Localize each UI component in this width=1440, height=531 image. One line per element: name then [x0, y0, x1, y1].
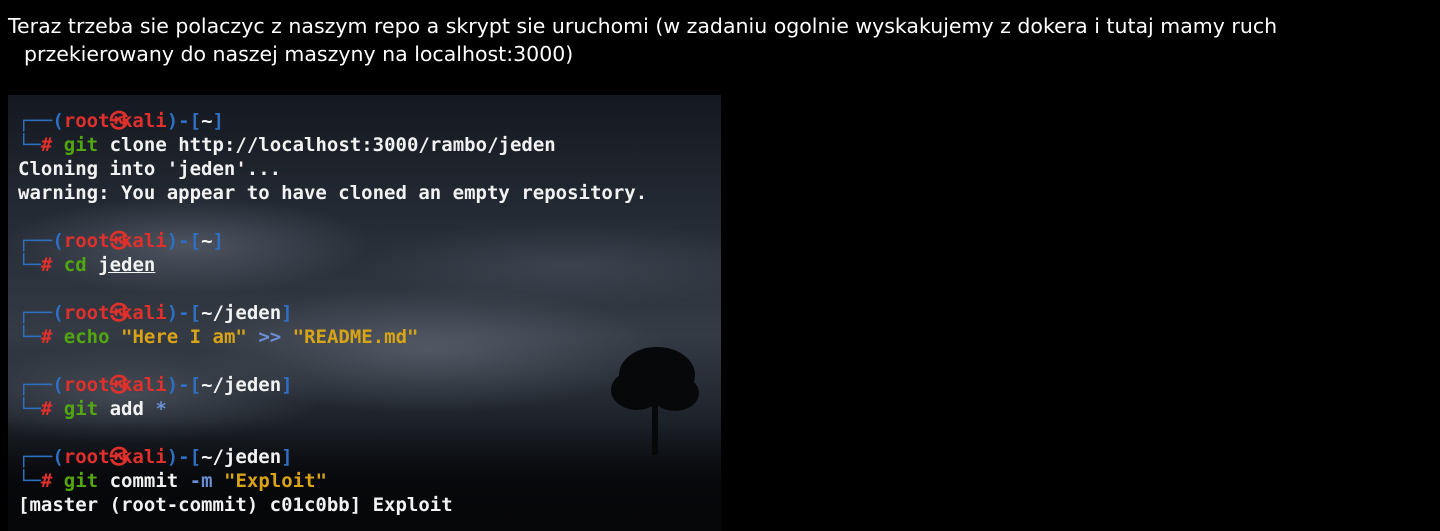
terminal-screenshot: ┌──(root㉿kali)-[~] └─# git clone http://… [8, 95, 721, 531]
prompt-user: root [63, 230, 110, 252]
command-name: git [63, 398, 99, 420]
prompt-host: kali [120, 302, 167, 324]
prompt-user: root [63, 446, 110, 468]
skull-icon: ㉿ [109, 110, 129, 132]
prompt-2: ┌──(root㉿kali)-[~] [18, 230, 224, 252]
command-glob: * [155, 398, 167, 420]
command-name: git [63, 134, 99, 156]
intro-text: Teraz trzeba sie polaczyc z naszym repo … [8, 12, 1428, 68]
command-name: git [63, 470, 99, 492]
prompt-user: root [63, 374, 110, 396]
command-string: "Here I am" [121, 326, 247, 348]
command-args: commit [109, 470, 179, 492]
skull-icon: ㉿ [109, 230, 129, 252]
output-line: [master (root-commit) c01c0bb] Exploit [18, 494, 453, 516]
skull-icon: ㉿ [109, 446, 129, 468]
prompt-dir: ~/jeden [201, 302, 282, 324]
skull-icon: ㉿ [109, 302, 129, 324]
command-flag: -m [189, 470, 213, 492]
command-string: "Exploit" [224, 470, 327, 492]
prompt-host: kali [120, 230, 167, 252]
command-string: "README.md" [292, 326, 419, 348]
output-line: warning: You appear to have cloned an em… [18, 182, 648, 204]
prompt-dir: ~ [201, 230, 213, 252]
prompt-dir: ~/jeden [201, 446, 282, 468]
prompt-4: ┌──(root㉿kali)-[~/jeden] [18, 374, 293, 396]
prompt-dir: ~/jeden [201, 374, 282, 396]
skull-icon: ㉿ [109, 374, 129, 396]
prompt-host: kali [120, 110, 167, 132]
page: Teraz trzeba sie polaczyc z naszym repo … [0, 0, 1440, 531]
prompt-1: ┌──(root㉿kali)-[~] [18, 110, 224, 132]
prompt-host: kali [120, 374, 167, 396]
command-name: echo [63, 326, 110, 348]
prompt-dir: ~ [201, 110, 213, 132]
command-args: add [109, 398, 144, 420]
command-args: jeden [98, 254, 156, 276]
prompt-host: kali [120, 446, 167, 468]
command-name: cd [63, 254, 87, 276]
output-line: Cloning into 'jeden'... [18, 158, 282, 180]
prompt-user: root [63, 110, 110, 132]
command-args: clone http://localhost:3000/rambo/jeden [109, 134, 556, 156]
terminal-output: ┌──(root㉿kali)-[~] └─# git clone http://… [18, 110, 648, 516]
intro-line-1: Teraz trzeba sie polaczyc z naszym repo … [8, 14, 1278, 38]
prompt-5: ┌──(root㉿kali)-[~/jeden] [18, 446, 293, 468]
intro-line-2: przekierowany do naszej maszyny na local… [24, 42, 574, 66]
command-operator: >> [258, 326, 282, 348]
prompt-3: ┌──(root㉿kali)-[~/jeden] [18, 302, 293, 324]
prompt-user: root [63, 302, 110, 324]
